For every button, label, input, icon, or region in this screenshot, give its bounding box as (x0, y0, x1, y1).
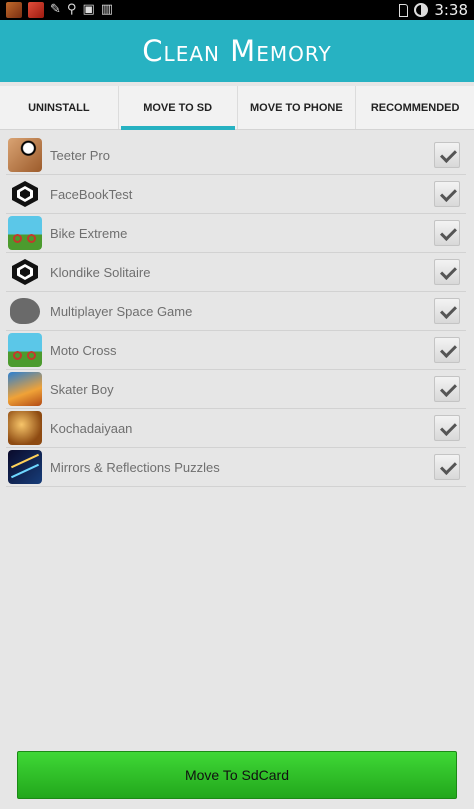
move-to-sdcard-button[interactable]: Move To SdCard (17, 751, 457, 799)
app-name: Multiplayer Space Game (50, 303, 193, 319)
tab-move-to-phone[interactable]: MOVE TO PHONE (238, 86, 357, 129)
select-checkbox[interactable] (434, 142, 460, 168)
app-name: Klondike Solitaire (50, 264, 151, 280)
notification-app-icon (6, 2, 22, 18)
notification-icons: ✎ ⚲ ▣ ▥ (6, 2, 113, 18)
app-list: Teeter Pro FaceBookTest Bike Extreme Klo… (6, 136, 466, 487)
edit-icon: ✎ (50, 2, 61, 17)
tab-bar: UNINSTALL MOVE TO SD MOVE TO PHONE RECOM… (0, 86, 474, 130)
list-item[interactable]: Teeter Pro (6, 136, 466, 175)
select-checkbox[interactable] (434, 415, 460, 441)
list-item[interactable]: Skater Boy (6, 370, 466, 409)
wheel-icon (13, 234, 22, 243)
list-item[interactable]: Kochadaiyaan (6, 409, 466, 448)
app-name: Moto Cross (50, 342, 117, 358)
unity-icon (8, 255, 42, 289)
wheel-icon (27, 234, 36, 243)
moto-cross-icon (8, 333, 42, 367)
tab-uninstall[interactable]: UNINSTALL (0, 86, 119, 129)
select-checkbox[interactable] (434, 259, 460, 285)
wheel-icon (13, 351, 22, 360)
briefcase-icon: ▣ (82, 2, 95, 17)
kochadaiyaan-icon (8, 411, 42, 445)
app-name: Kochadaiyaan (50, 420, 133, 436)
list-item[interactable]: Multiplayer Space Game (6, 292, 466, 331)
wheel-icon (27, 351, 36, 360)
select-checkbox[interactable] (434, 181, 460, 207)
unity-icon (8, 177, 42, 211)
app-header: Clean Memory (0, 20, 474, 82)
mirrors-icon (8, 450, 42, 484)
select-checkbox[interactable] (434, 376, 460, 402)
page-title: Clean Memory (142, 34, 332, 68)
list-item[interactable]: Klondike Solitaire (6, 253, 466, 292)
app-name: Teeter Pro (50, 147, 110, 163)
usb-icon: ⚲ (66, 2, 77, 17)
list-item[interactable]: FaceBookTest (6, 175, 466, 214)
select-checkbox[interactable] (434, 298, 460, 324)
skater-boy-icon (8, 372, 42, 406)
list-item[interactable]: Moto Cross (6, 331, 466, 370)
select-checkbox[interactable] (434, 337, 460, 363)
select-checkbox[interactable] (434, 454, 460, 480)
app-name: Skater Boy (50, 381, 114, 397)
bike-extreme-icon (8, 216, 42, 250)
app-name: Mirrors & Reflections Puzzles (50, 459, 220, 475)
app-name: FaceBookTest (50, 186, 133, 202)
notification-app-icon (28, 2, 44, 18)
barcode-icon: ▥ (100, 2, 114, 17)
select-checkbox[interactable] (434, 220, 460, 246)
clock: 3:38 (434, 1, 468, 19)
space-game-icon (8, 294, 42, 328)
asteroid-icon (10, 298, 40, 324)
tab-recommended[interactable]: RECOMMENDED (356, 86, 474, 129)
app-name: Bike Extreme (50, 225, 128, 241)
sim-card-icon (399, 3, 409, 17)
battery-icon (414, 3, 429, 17)
list-item[interactable]: Bike Extreme (6, 214, 466, 253)
teeter-pro-icon (8, 138, 42, 172)
list-item[interactable]: Mirrors & Reflections Puzzles (6, 448, 466, 487)
tab-move-to-sd[interactable]: MOVE TO SD (119, 86, 238, 130)
status-bar: ✎ ⚲ ▣ ▥ 3:38 (0, 0, 474, 20)
